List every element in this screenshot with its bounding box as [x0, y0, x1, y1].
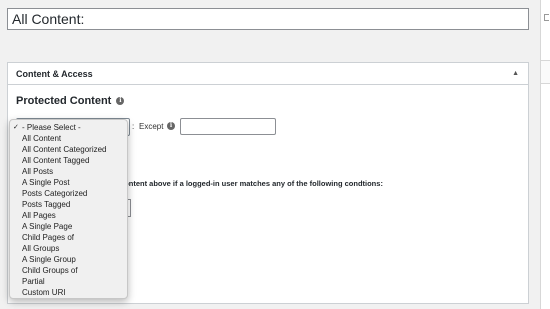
- info-icon[interactable]: i: [167, 122, 175, 130]
- side-panel-edge: [540, 0, 550, 309]
- dropdown-option[interactable]: A Single Page: [10, 221, 127, 232]
- dropdown-option[interactable]: A Single Post: [10, 177, 127, 188]
- dropdown-option[interactable]: Partial: [10, 276, 127, 287]
- dropdown-option[interactable]: All Pages: [10, 210, 127, 221]
- dropdown-option[interactable]: All Content Tagged: [10, 155, 127, 166]
- dropdown-option[interactable]: A Single Group: [10, 254, 127, 265]
- dropdown-option[interactable]: All Posts: [10, 166, 127, 177]
- triangle-up-icon[interactable]: ▲: [512, 70, 519, 77]
- checkmark-icon: ✓: [13, 124, 19, 131]
- protected-content-label: Protected Content: [16, 95, 112, 107]
- dropdown-option[interactable]: All Groups: [10, 243, 127, 254]
- side-panel-handle[interactable]: [544, 14, 549, 21]
- dropdown-option[interactable]: Posts Categorized: [10, 188, 127, 199]
- post-title-input[interactable]: All Content:: [7, 8, 529, 30]
- metabox-title: Content & Access: [16, 68, 93, 79]
- content-type-dropdown[interactable]: ✓ - Please Select - All Content All Conte…: [9, 119, 128, 299]
- dropdown-option[interactable]: Custom URI: [10, 287, 127, 298]
- dropdown-option[interactable]: All Content: [10, 133, 127, 144]
- dropdown-option[interactable]: All Content Categorized: [10, 144, 127, 155]
- dropdown-option[interactable]: Child Pages of: [10, 232, 127, 243]
- condition-description: content above if a logged-in user matche…: [120, 179, 383, 188]
- dropdown-option-please-select[interactable]: ✓ - Please Select -: [10, 122, 127, 133]
- dropdown-option[interactable]: Child Groups of: [10, 265, 127, 276]
- except-label: Except: [139, 122, 164, 131]
- metabox-header[interactable]: Content & Access ▲: [8, 63, 528, 85]
- protected-content-heading: Protected Content i: [16, 95, 125, 107]
- info-icon[interactable]: i: [116, 97, 125, 105]
- separator-colon: :: [132, 122, 135, 131]
- dropdown-option[interactable]: Posts Tagged: [10, 199, 127, 210]
- side-panel-box: [541, 60, 550, 84]
- except-input[interactable]: [180, 118, 276, 135]
